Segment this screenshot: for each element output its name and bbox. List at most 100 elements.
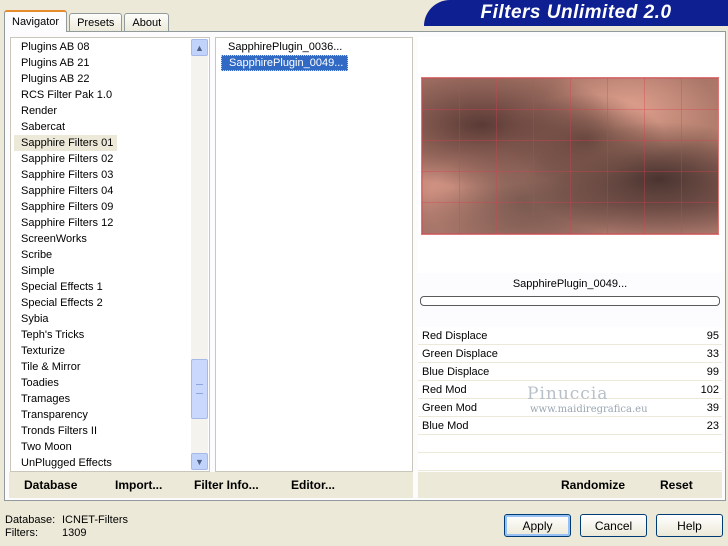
param-value: 39 <box>706 402 719 414</box>
category-item[interactable]: Teph's Tricks <box>14 327 117 343</box>
category-item[interactable]: Plugins AB 22 <box>14 71 117 87</box>
category-item[interactable]: Texturize <box>14 343 117 359</box>
category-item[interactable]: Tronds Filters II <box>14 423 117 439</box>
toolbar-right: Randomize Reset <box>418 472 722 498</box>
category-item-label: RCS Filter Pak 1.0 <box>21 89 113 101</box>
param-value: 95 <box>706 330 719 342</box>
category-item[interactable]: Sapphire Filters 09 <box>14 199 117 215</box>
category-item[interactable]: Sapphire Filters 03 <box>14 167 117 183</box>
param-name: Green Displace <box>422 348 498 360</box>
category-item[interactable]: Sapphire Filters 12 <box>14 215 117 231</box>
category-scrollbar[interactable]: ▲ ▼ <box>191 39 208 470</box>
scroll-down-button[interactable]: ▼ <box>191 453 208 470</box>
filter-item[interactable]: SapphirePlugin_0049... <box>221 55 349 71</box>
randomize-button[interactable]: Randomize <box>561 478 625 492</box>
category-item-label: Tramages <box>21 393 71 405</box>
filter-info-button[interactable]: Filter Info... <box>194 478 259 492</box>
filter-item[interactable]: SapphirePlugin_0036... <box>221 39 348 55</box>
param-slider[interactable]: Blue Displace 99 <box>418 363 722 381</box>
category-item[interactable]: Plugins AB 08 <box>14 39 117 55</box>
toolbar-left: Database Import... Filter Info... Editor… <box>9 472 413 498</box>
reset-button[interactable]: Reset <box>660 478 693 492</box>
category-item-label: Sapphire Filters 09 <box>21 201 114 213</box>
param-name: Green Mod <box>422 402 478 414</box>
banner-title: Filters Unlimited 2.0 <box>480 2 672 23</box>
category-item[interactable]: Sapphire Filters 01 <box>14 135 118 151</box>
scroll-up-button[interactable]: ▲ <box>191 39 208 56</box>
category-item[interactable]: Two Moon <box>14 439 117 455</box>
help-button[interactable]: Help <box>656 514 723 537</box>
tab-strip: Navigator Presets About <box>4 10 171 32</box>
navigator-panel: Plugins AB 08 Plugins AB 21 Plugins AB 22 R… <box>4 31 726 501</box>
category-item-label: Scribe <box>21 249 53 261</box>
cancel-button[interactable]: Cancel <box>580 514 647 537</box>
database-button[interactable]: Database <box>24 478 77 492</box>
param-name: Blue Displace <box>422 366 490 378</box>
param-slider[interactable]: Red Displace 95 <box>418 327 722 345</box>
category-item-label: Sapphire Filters 03 <box>21 169 114 181</box>
category-item-label: Simple <box>21 265 55 277</box>
filter-items: SapphirePlugin_0036... SapphirePlugin_004… <box>221 39 349 71</box>
empty-param-row <box>418 435 722 453</box>
category-item[interactable]: Toadies <box>14 375 117 391</box>
category-item[interactable]: Simple <box>14 263 117 279</box>
category-item[interactable]: Scribe <box>14 247 117 263</box>
preview-filter-name: SapphirePlugin_0049... <box>512 278 628 290</box>
category-list[interactable]: Plugins AB 08 Plugins AB 21 Plugins AB 22 R… <box>10 37 210 472</box>
category-item-label: Plugins AB 22 <box>21 73 90 85</box>
category-item-label: ScreenWorks <box>21 233 87 245</box>
param-slider[interactable]: Green Displace 33 <box>418 345 722 363</box>
editor-button[interactable]: Editor... <box>291 478 335 492</box>
filter-list[interactable]: SapphirePlugin_0036... SapphirePlugin_004… <box>215 37 413 472</box>
category-item-label: Transparency <box>21 409 88 421</box>
category-item-label: Plugins AB 21 <box>21 57 90 69</box>
tab-presets[interactable]: Presets <box>69 13 123 32</box>
category-item-label: Sapphire Filters 01 <box>14 135 118 151</box>
category-item-label: Render <box>21 105 58 117</box>
category-item-label: Teph's Tricks <box>21 329 85 341</box>
category-item[interactable]: Tile & Mirror <box>14 359 117 375</box>
category-item-label: Special Effects 1 <box>21 281 103 293</box>
category-item-label: Sybia <box>21 313 49 325</box>
category-item[interactable]: UnPlugged Effects <box>14 455 117 471</box>
progress-bar <box>420 296 720 306</box>
category-item[interactable]: Transparency <box>14 407 117 423</box>
category-item[interactable]: Render <box>14 103 117 119</box>
param-value: 99 <box>706 366 719 378</box>
category-item-label: Sapphire Filters 12 <box>21 217 114 229</box>
category-item[interactable]: Sapphire Filters 04 <box>14 183 117 199</box>
param-value: 23 <box>706 420 719 432</box>
scroll-thumb[interactable] <box>191 359 208 419</box>
category-item-label: Special Effects 2 <box>21 297 103 309</box>
tab-about[interactable]: About <box>124 13 170 32</box>
tab-navigator[interactable]: Navigator <box>4 10 68 32</box>
app-banner: Filters Unlimited 2.0 <box>424 0 728 26</box>
category-item[interactable]: Sabercat <box>14 119 117 135</box>
category-item-label: Tronds Filters II <box>21 425 97 437</box>
category-item[interactable]: Special Effects 2 <box>14 295 117 311</box>
param-slider[interactable]: Blue Mod 23 <box>418 417 722 435</box>
filters-count: 1309 <box>62 527 87 539</box>
category-item[interactable]: Sybia <box>14 311 117 327</box>
apply-button[interactable]: Apply <box>504 514 571 537</box>
category-item[interactable]: Special Effects 1 <box>14 279 117 295</box>
preview-image[interactable] <box>421 77 719 235</box>
category-item-label: Sapphire Filters 04 <box>21 185 114 197</box>
toolbar: Database Import... Filter Info... Editor… <box>4 472 726 500</box>
category-items: Plugins AB 08 Plugins AB 21 Plugins AB 22 R… <box>14 39 118 471</box>
category-item[interactable]: Plugins AB 21 <box>14 55 117 71</box>
category-item-label: Sabercat <box>21 121 66 133</box>
param-name: Red Mod <box>422 384 467 396</box>
filter-item-label: SapphirePlugin_0036... <box>228 41 343 53</box>
category-item[interactable]: Tramages <box>14 391 117 407</box>
param-value: 33 <box>706 348 719 360</box>
category-item[interactable]: Sapphire Filters 02 <box>14 151 117 167</box>
preview-area <box>418 37 722 273</box>
category-item-label: Two Moon <box>21 441 72 453</box>
empty-param-row <box>418 453 722 471</box>
import-button[interactable]: Import... <box>115 478 162 492</box>
category-item[interactable]: RCS Filter Pak 1.0 <box>14 87 117 103</box>
category-item[interactable]: ScreenWorks <box>14 231 117 247</box>
category-item-label: Tile & Mirror <box>21 361 81 373</box>
category-item-label: UnPlugged Effects <box>21 457 112 469</box>
